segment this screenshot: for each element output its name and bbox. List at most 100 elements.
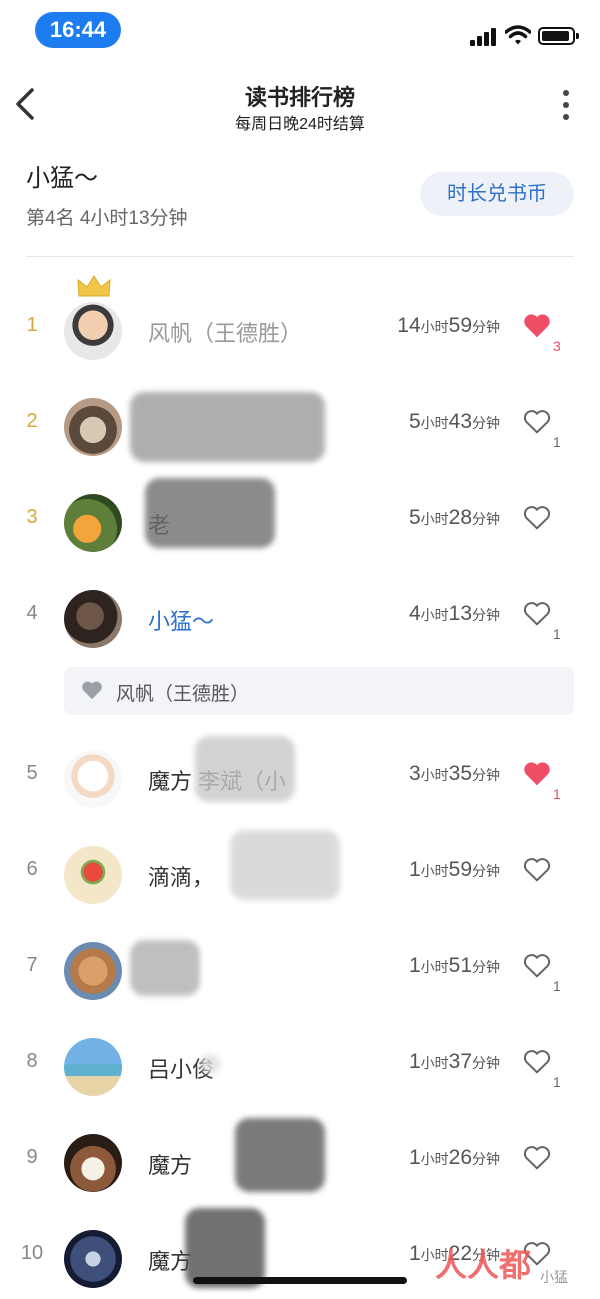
- leaderboard-row[interactable]: 1 风帆（王德胜） 14小时59分钟 3: [0, 275, 600, 372]
- heart-outline-icon[interactable]: [522, 408, 552, 436]
- rank-number: 5: [26, 762, 38, 784]
- likers-strip[interactable]: 风帆（王德胜）: [64, 667, 574, 715]
- duration-hours: 1: [408, 1146, 421, 1169]
- heart-outline-icon[interactable]: [522, 504, 552, 532]
- avatar[interactable]: [64, 398, 122, 456]
- watermark-caption: 小猛: [540, 1269, 568, 1285]
- avatar[interactable]: [64, 1230, 122, 1288]
- nav-bar: 读书排行榜 每周日晚24时结算: [0, 70, 600, 140]
- like-count: 1: [553, 434, 561, 450]
- wifi-icon: [505, 25, 531, 45]
- avatar[interactable]: [64, 302, 122, 360]
- duration-hours: 1: [408, 954, 421, 977]
- avatar[interactable]: [64, 494, 122, 552]
- leaderboard-row[interactable]: 4 小猛～ 4小时13分钟 1: [0, 580, 600, 660]
- redaction-smudge: [185, 1208, 265, 1288]
- heart-filled-icon[interactable]: [522, 312, 552, 340]
- exchange-coins-button[interactable]: 时长兑书币: [420, 172, 574, 216]
- leaderboard-row[interactable]: 6 滴滴， 1小时59分钟: [0, 830, 600, 916]
- crown-icon: [77, 275, 111, 297]
- like-count: 1: [553, 626, 561, 642]
- leaderboard-row[interactable]: 5魔方 李斌（小 3小时35分钟 1: [0, 736, 600, 820]
- leaderboard-row[interactable]: 7 1小时51分钟 1: [0, 932, 600, 1012]
- heart-outline-icon[interactable]: [522, 1048, 552, 1076]
- duration-hour-unit: 小时: [420, 511, 449, 527]
- duration-hours: 5: [408, 506, 421, 529]
- rank-number: 7: [26, 954, 38, 976]
- duration-minute-unit: 分钟: [472, 319, 500, 335]
- duration-hour-unit: 小时: [420, 1055, 449, 1071]
- reader-name: 魔方: [148, 1153, 193, 1178]
- reading-duration: 4小时13分钟: [409, 602, 500, 626]
- rank-number: 4: [26, 602, 38, 624]
- leaderboard-row[interactable]: 8 吕小俊 1小时37分钟 1: [0, 1028, 600, 1108]
- rank-number: 9: [26, 1146, 38, 1168]
- rank-number: 2: [26, 410, 38, 432]
- page-subtitle: 每周日晚24时结算: [235, 116, 365, 133]
- duration-hour-unit: 小时: [420, 863, 449, 879]
- my-name: 小猛～: [26, 165, 98, 192]
- likers-names: 风帆（王德胜）: [116, 684, 250, 705]
- more-vertical-icon[interactable]: [554, 88, 578, 122]
- avatar[interactable]: [64, 590, 122, 648]
- reading-duration: 5小时28分钟: [409, 506, 500, 530]
- divider: [26, 256, 574, 257]
- duration-minute-unit: 分钟: [472, 863, 500, 879]
- duration-minutes: 37: [448, 1050, 472, 1073]
- page-title: 读书排行榜: [244, 85, 355, 110]
- heart-outline-icon[interactable]: [522, 1144, 552, 1172]
- heart-filled-icon[interactable]: [522, 760, 552, 788]
- redaction-smudge: [230, 830, 340, 900]
- redaction-smudge: [145, 478, 275, 548]
- heart-icon: [82, 681, 102, 700]
- rank-number: 8: [26, 1050, 38, 1072]
- reading-duration: 5小时43分钟: [409, 410, 500, 434]
- leaderboard-row[interactable]: 9 魔方 1小时26分钟: [0, 1118, 600, 1204]
- duration-hours: 1: [408, 1242, 421, 1265]
- duration-hours: 3: [408, 762, 421, 785]
- duration-minutes: 51: [448, 954, 472, 977]
- duration-hour-unit: 小时: [420, 415, 449, 431]
- rank-number: 3: [26, 506, 38, 528]
- reader-name: 风帆（王德胜）: [148, 321, 303, 346]
- reader-name: 小猛～: [148, 609, 215, 634]
- avatar[interactable]: [64, 846, 122, 904]
- leaderboard-row[interactable]: 2 5小时43分钟 1: [0, 388, 600, 468]
- reading-duration: 1小时51分钟: [409, 954, 500, 978]
- avatar[interactable]: [64, 1038, 122, 1096]
- like-count: 3: [553, 338, 561, 354]
- rank-number: 6: [26, 858, 38, 880]
- home-indicator[interactable]: [193, 1277, 407, 1284]
- status-time[interactable]: 16:44: [35, 12, 121, 48]
- duration-minutes: 13: [448, 602, 472, 625]
- battery-icon: [538, 27, 579, 45]
- heart-outline-icon[interactable]: [522, 856, 552, 884]
- avatar[interactable]: [64, 750, 122, 808]
- heart-outline-icon[interactable]: [522, 600, 552, 628]
- duration-minute-unit: 分钟: [472, 1055, 500, 1071]
- leaderboard-row[interactable]: 3老 5小时28分钟: [0, 478, 600, 564]
- avatar[interactable]: [64, 942, 122, 1000]
- avatar[interactable]: [64, 1134, 122, 1192]
- like-count: 1: [553, 978, 561, 994]
- duration-hours: 5: [408, 410, 421, 433]
- status-bar: 16:44: [0, 0, 600, 62]
- reading-duration: 1小时26分钟: [409, 1146, 500, 1170]
- reading-duration: 1小时59分钟: [409, 858, 500, 882]
- duration-minutes: 26: [448, 1146, 472, 1169]
- duration-minutes: 35: [448, 762, 472, 785]
- duration-hour-unit: 小时: [420, 767, 449, 783]
- duration-minutes: 59: [448, 858, 472, 881]
- duration-minutes: 59: [448, 314, 472, 337]
- duration-minutes: 43: [448, 410, 472, 433]
- duration-hours: 1: [408, 1050, 421, 1073]
- reader-name: 滴滴，: [148, 865, 215, 890]
- reading-duration: 14小时59分钟: [397, 314, 500, 338]
- heart-outline-icon[interactable]: [522, 952, 552, 980]
- duration-minutes: 28: [448, 506, 472, 529]
- duration-hour-unit: 小时: [420, 319, 449, 335]
- reading-duration: 3小时35分钟: [409, 762, 500, 786]
- redaction-smudge: [200, 1054, 220, 1074]
- my-rank-summary: 第4名 4小时13分钟: [26, 208, 188, 229]
- watermark-logo: 人人都: [435, 1247, 532, 1283]
